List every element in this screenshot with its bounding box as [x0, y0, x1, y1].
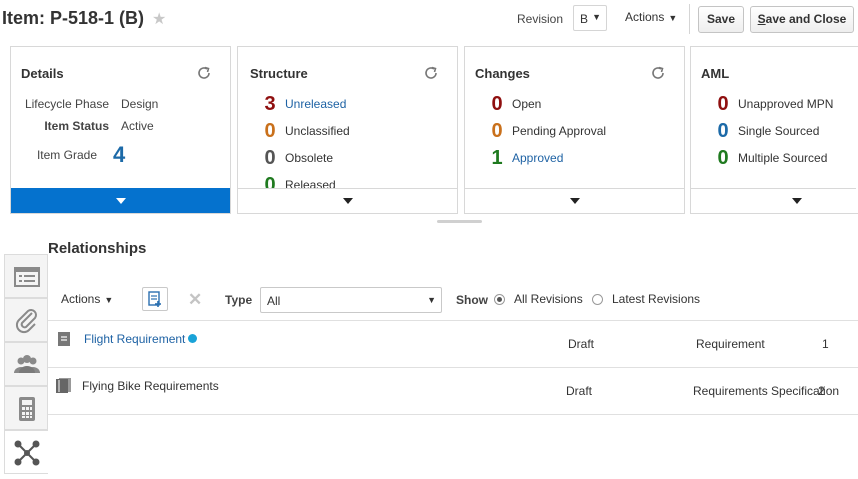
- caret-down-icon: [115, 198, 126, 204]
- requirement-icon: [58, 332, 70, 349]
- divider: [689, 4, 690, 34]
- aml-expand-toggle[interactable]: [691, 188, 856, 213]
- table-divider: [48, 414, 858, 415]
- changes-card-title: Changes: [475, 66, 530, 81]
- aml-count: 0: [717, 120, 729, 142]
- save-button[interactable]: Save: [698, 6, 744, 33]
- relationships-title: Relationships: [48, 240, 147, 257]
- revision-select[interactable]: B ▼: [573, 5, 607, 31]
- item-status-label: Item Status: [44, 119, 109, 133]
- table-row[interactable]: Flight Requirement: [84, 332, 198, 346]
- refresh-icon[interactable]: [196, 65, 212, 81]
- item-grade-label: Item Grade: [36, 148, 97, 162]
- changes-count: 0: [491, 120, 503, 142]
- save-and-close-button[interactable]: Save and Close: [750, 6, 854, 33]
- revision-label: Revision: [517, 12, 564, 26]
- overview-icon: [14, 267, 40, 287]
- radio-latest-revisions[interactable]: [592, 294, 603, 305]
- delete-icon[interactable]: ✕: [188, 290, 202, 310]
- aml-label: Multiple Sourced: [738, 151, 828, 165]
- add-document-icon: [148, 291, 161, 307]
- aml-label: Single Sourced: [738, 124, 820, 138]
- relationship-status: Draft: [566, 384, 593, 398]
- item-status-value: Active: [121, 119, 154, 133]
- people-icon: [14, 355, 40, 373]
- table-divider: [48, 367, 858, 368]
- details-card[interactable]: Details Lifecycle Phase Design Item Stat…: [10, 46, 231, 214]
- structure-expand-toggle[interactable]: [238, 188, 457, 213]
- status-indicator-icon: [188, 334, 198, 343]
- favorite-star-icon[interactable]: ★: [152, 9, 166, 29]
- radio-latest-revisions-label[interactable]: Latest Revisions: [612, 292, 700, 306]
- type-select-value: All: [267, 294, 281, 308]
- details-card-title: Details: [21, 66, 64, 81]
- structure-card[interactable]: Structure 3 Unreleased 0 Unclassified 0 …: [237, 46, 458, 214]
- structure-card-title: Structure: [250, 66, 308, 81]
- changes-label[interactable]: Approved: [512, 151, 563, 165]
- structure-count: 3: [264, 93, 276, 115]
- add-relationship-button[interactable]: [142, 287, 168, 311]
- aml-count: 0: [717, 93, 729, 115]
- aml-count: 0: [717, 147, 729, 169]
- structure-label[interactable]: Unreleased: [285, 97, 346, 111]
- access-key-letter: S: [757, 12, 766, 26]
- refresh-icon[interactable]: [423, 65, 439, 81]
- changes-count: 1: [491, 147, 503, 169]
- header-actions-menu[interactable]: Actions ▼: [625, 10, 677, 24]
- lifecycle-phase-label: Lifecycle Phase: [24, 97, 109, 111]
- caret-down-icon: [342, 198, 353, 204]
- changes-expand-toggle[interactable]: [465, 188, 684, 213]
- changes-label: Pending Approval: [512, 124, 607, 138]
- chevron-down-icon: ▼: [592, 12, 601, 22]
- relationships-actions-label: Actions: [61, 292, 101, 306]
- lifecycle-phase-value: Design: [121, 97, 159, 111]
- nav-relationships[interactable]: [4, 430, 48, 474]
- attachment-icon: [15, 309, 37, 334]
- radio-all-revisions[interactable]: [494, 294, 505, 305]
- structure-label: Unclassified: [285, 124, 350, 138]
- relationship-count: 1: [822, 337, 829, 351]
- caret-down-icon: [569, 198, 580, 204]
- caret-down-icon: [792, 198, 802, 204]
- calculator-icon: [19, 397, 35, 421]
- revision-value: B: [580, 12, 589, 26]
- refresh-icon[interactable]: [650, 65, 666, 81]
- structure-label: Obsolete: [285, 151, 334, 165]
- table-divider: [48, 320, 858, 321]
- radio-all-revisions-label[interactable]: All Revisions: [514, 292, 583, 306]
- chevron-down-icon: ▼: [104, 295, 114, 305]
- structure-count: 0: [264, 147, 276, 169]
- relationships-actions-menu[interactable]: Actions ▼: [61, 292, 113, 306]
- nav-people[interactable]: [4, 342, 48, 386]
- changes-label: Open: [512, 97, 542, 111]
- item-grade-value: 4: [113, 142, 126, 167]
- save-and-close-label: ave and Close: [765, 12, 847, 26]
- nav-overview[interactable]: [4, 254, 48, 298]
- aml-label: Unapproved MPN: [738, 97, 834, 111]
- changes-card[interactable]: Changes 0 Open 0 Pending Approval 1 Appr…: [464, 46, 685, 214]
- aml-card-title: AML: [701, 66, 730, 81]
- nav-calculator[interactable]: [4, 386, 48, 430]
- specification-icon: [56, 378, 72, 396]
- structure-count: 0: [264, 120, 276, 142]
- relationships-icon: [14, 440, 40, 466]
- show-label: Show: [456, 293, 488, 307]
- changes-count: 0: [491, 93, 503, 115]
- type-select[interactable]: All ▼: [260, 287, 442, 313]
- details-expand-toggle[interactable]: [11, 188, 230, 213]
- aml-card[interactable]: AML 0 Unapproved MPN 0 Single Sourced 0 …: [690, 46, 858, 214]
- relationship-count: 2: [818, 384, 825, 398]
- nav-attachments[interactable]: [4, 298, 48, 342]
- chevron-down-icon: ▼: [427, 295, 436, 305]
- type-label: Type: [225, 293, 253, 307]
- splitter-handle[interactable]: [437, 220, 482, 223]
- relationship-name-link[interactable]: Flight Requirement: [84, 332, 185, 346]
- chevron-down-icon: ▼: [668, 13, 678, 23]
- relationship-type: Requirement: [696, 337, 765, 351]
- header-actions-label: Actions: [625, 10, 665, 24]
- page-title: Item: P-518-1 (B): [2, 8, 145, 28]
- relationship-status: Draft: [568, 337, 595, 351]
- relationship-name-link[interactable]: Flying Bike Requirements: [82, 379, 219, 393]
